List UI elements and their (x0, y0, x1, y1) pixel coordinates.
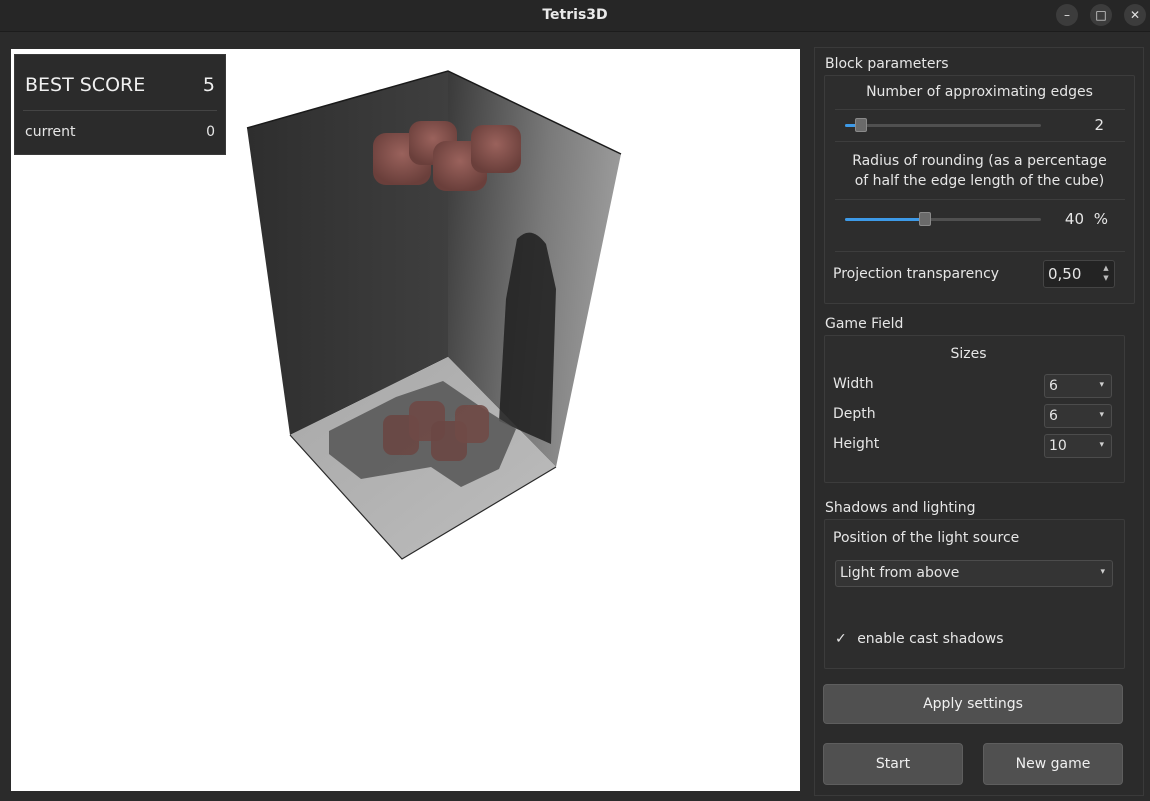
current-score-label: current (25, 124, 76, 140)
radius-slider[interactable] (845, 212, 1041, 226)
transparency-value: 0,50 (1048, 265, 1082, 283)
cast-shadows-checkbox[interactable]: ✓ enable cast shadows (835, 631, 1004, 647)
transparency-spinbox[interactable]: 0,50 ▲ ▼ (1043, 260, 1115, 288)
radius-slider-fill (845, 218, 925, 221)
shadows-title: Shadows and lighting (825, 500, 976, 516)
minimize-button[interactable]: – (1056, 4, 1078, 26)
edges-value: 2 (1094, 116, 1104, 134)
radius-slider-handle[interactable] (919, 212, 931, 226)
radius-value: 40 (1064, 210, 1084, 228)
height-select[interactable]: 10 ▾ (1044, 434, 1112, 458)
radius-label-line1: Radius of rounding (as a percentage (852, 153, 1107, 169)
transparency-label: Projection transparency (833, 266, 1000, 282)
game-field-title: Game Field (825, 316, 904, 332)
spin-down-icon[interactable]: ▼ (1100, 273, 1112, 283)
game-field-group: Sizes Width 6 ▾ Depth 6 ▾ Height 10 ▾ (824, 335, 1125, 483)
start-button[interactable]: Start (823, 743, 963, 785)
best-score-label: BEST SCORE (25, 74, 146, 96)
edges-label: Number of approximating edges (866, 84, 1093, 100)
width-label: Width (833, 376, 874, 392)
width-value: 6 (1049, 378, 1058, 394)
separator (835, 199, 1125, 200)
width-select[interactable]: 6 ▾ (1044, 374, 1112, 398)
best-score-value: 5 (202, 74, 215, 96)
close-button[interactable]: ✕ (1124, 4, 1146, 26)
radius-unit: % (1093, 210, 1108, 228)
depth-label: Depth (833, 406, 876, 422)
chevron-down-icon: ▾ (1100, 567, 1105, 577)
depth-value: 6 (1049, 408, 1058, 424)
height-label: Height (833, 436, 880, 452)
score-divider (23, 110, 217, 111)
game-viewport[interactable] (11, 49, 800, 791)
light-position-select[interactable]: Light from above ▾ (835, 560, 1113, 587)
spin-up-icon[interactable]: ▲ (1100, 263, 1112, 273)
window-title: Tetris3D (542, 7, 608, 23)
sizes-label: Sizes (950, 346, 987, 362)
current-score-value: 0 (206, 124, 215, 140)
game-scene (246, 70, 622, 560)
check-icon: ✓ (835, 631, 847, 647)
edges-slider-handle[interactable] (855, 118, 867, 132)
shadows-group: Position of the light source Light from … (824, 519, 1125, 669)
apply-settings-button[interactable]: Apply settings (823, 684, 1123, 724)
separator (835, 141, 1125, 142)
height-value: 10 (1049, 438, 1067, 454)
light-position-label: Position of the light source (833, 530, 1020, 546)
block-parameters-group: Number of approximating edges 2 Radius o… (824, 75, 1135, 304)
score-panel: BEST SCORE 5 current 0 (14, 54, 226, 155)
spin-arrows[interactable]: ▲ ▼ (1100, 263, 1112, 285)
cast-shadows-label: enable cast shadows (857, 631, 1004, 647)
new-game-button[interactable]: New game (983, 743, 1123, 785)
settings-panel: Block parameters Number of approximating… (814, 47, 1144, 796)
chevron-down-icon: ▾ (1099, 410, 1104, 420)
separator (835, 251, 1125, 252)
maximize-button[interactable]: □ (1090, 4, 1112, 26)
chevron-down-icon: ▾ (1099, 380, 1104, 390)
light-position-value: Light from above (840, 565, 960, 581)
edges-slider[interactable] (845, 118, 1041, 132)
separator (835, 109, 1125, 110)
title-bar: Tetris3D – □ ✕ (0, 0, 1150, 32)
block-parameters-title: Block parameters (825, 56, 949, 72)
radius-label-line2: of half the edge length of the cube) (854, 173, 1105, 189)
depth-select[interactable]: 6 ▾ (1044, 404, 1112, 428)
chevron-down-icon: ▾ (1099, 440, 1104, 450)
